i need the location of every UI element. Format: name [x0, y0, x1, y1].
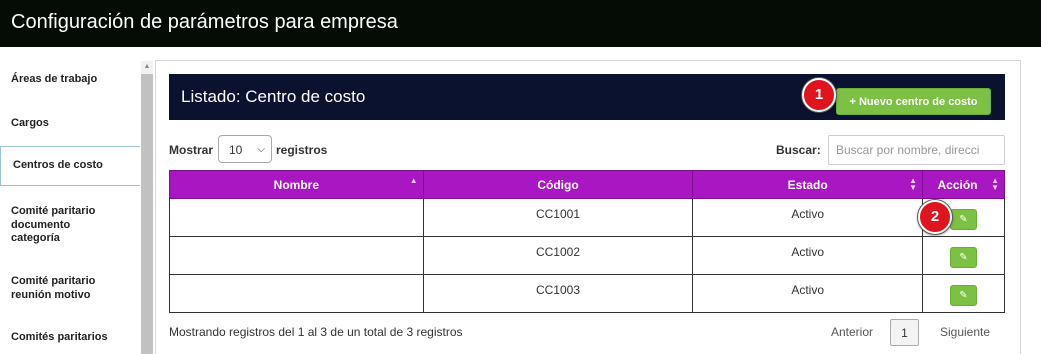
page-size-select[interactable]: 10 ⌵ — [218, 135, 272, 163]
panel-header: Listado: Centro de costo + Nuevo centro … — [169, 74, 1005, 120]
records-label: registros — [276, 143, 328, 157]
cell-accion: ✎ — [922, 236, 1005, 275]
table-row: CC1002 Activo ✎ — [169, 236, 1005, 275]
sort-icon: ▲ ▼ — [909, 176, 918, 192]
pencil-icon: ✎ — [959, 214, 968, 225]
table-row: CC1001 Activo ✎ — [169, 198, 1005, 237]
cell-nombre — [169, 198, 424, 237]
pencil-icon: ✎ — [959, 290, 968, 301]
sidebar: Áreas de trabajo Cargos Centros de costo… — [0, 58, 140, 354]
table-row: CC1003 Activo ✎ — [169, 274, 1005, 313]
edit-button[interactable]: ✎ — [950, 209, 977, 230]
cell-codigo: CC1002 — [422, 236, 694, 275]
step-badge-2: 2 — [918, 200, 952, 234]
edit-button[interactable]: ✎ — [950, 247, 977, 268]
column-header-accion[interactable]: Acción ▲ ▼ — [922, 170, 1005, 199]
sidebar-item-comite-paritario-documento-categoria[interactable]: Comité paritario documento categoría — [0, 205, 118, 246]
pagination-previous[interactable]: Anterior — [831, 325, 873, 339]
sidebar-item-label: Cargos — [11, 117, 49, 129]
table-header-row: Nombre ▲ Código Estado ▲ ▼ Acción ▲ ▼ — [169, 170, 1005, 199]
chevron-down-icon: ⌵ — [257, 144, 265, 155]
cell-codigo: CC1001 — [422, 198, 694, 237]
sidebar-item-label: Comité paritario reunión motivo — [11, 275, 96, 301]
search-input[interactable]: Buscar por nombre, direcci — [828, 135, 1005, 165]
show-label: Mostrar — [169, 143, 214, 157]
sidebar-item-label: Comité paritario documento categoría — [11, 205, 96, 244]
new-cost-center-label: Nuevo centro de costo — [858, 96, 978, 108]
table-controls: Mostrar 10 ⌵ registros Buscar: Buscar po… — [169, 135, 1005, 165]
sidebar-scrollbar[interactable]: ▲ — [141, 61, 153, 354]
new-cost-center-button[interactable]: + Nuevo centro de costo — [836, 88, 991, 115]
sidebar-item-comites-paritarios[interactable]: Comités paritarios — [0, 331, 138, 345]
sidebar-item-cargos[interactable]: Cargos — [0, 117, 138, 131]
sort-asc-icon: ▲ — [409, 176, 418, 185]
sort-icon: ▲ ▼ — [991, 176, 999, 192]
cell-estado: Activo — [692, 198, 924, 237]
edit-button[interactable]: ✎ — [950, 285, 977, 306]
panel-title: Listado: Centro de costo — [181, 87, 366, 106]
scroll-up-arrow-icon[interactable]: ▲ — [141, 61, 153, 73]
cell-estado: Activo — [692, 274, 924, 313]
sidebar-item-comite-paritario-reunion-motivo[interactable]: Comité paritario reunión motivo — [0, 275, 118, 302]
app-title-bar: Configuración de parámetros para empresa — [0, 0, 1041, 47]
column-header-codigo[interactable]: Código — [422, 170, 694, 199]
plus-icon: + — [849, 96, 856, 108]
column-header-estado[interactable]: Estado ▲ ▼ — [692, 170, 924, 199]
sidebar-item-label: Centros de costo — [13, 159, 103, 172]
scrollbar-thumb[interactable] — [141, 74, 153, 354]
cell-nombre — [169, 274, 424, 313]
page-title: Configuración de parámetros para empresa — [11, 11, 398, 33]
cost-center-table: Nombre ▲ Código Estado ▲ ▼ Acción ▲ ▼ CC1001 … — [169, 170, 1005, 313]
cell-estado: Activo — [692, 236, 924, 275]
step-badge-1: 1 — [802, 78, 836, 112]
column-header-nombre[interactable]: Nombre ▲ — [169, 170, 424, 199]
search-label: Buscar: — [776, 143, 821, 157]
pencil-icon: ✎ — [959, 252, 968, 263]
page-size-value: 10 — [229, 143, 243, 157]
pagination-page-1[interactable]: 1 — [890, 319, 919, 346]
cell-nombre — [169, 236, 424, 275]
sidebar-item-label: Comités paritarios — [11, 331, 108, 343]
sidebar-item-label: Áreas de trabajo — [11, 73, 98, 85]
sidebar-item-areas-de-trabajo[interactable]: Áreas de trabajo — [0, 73, 138, 87]
table-info: Mostrando registros del 1 al 3 de un tot… — [169, 325, 463, 339]
cell-accion: ✎ — [922, 274, 1005, 313]
sidebar-item-centros-de-costo[interactable]: Centros de costo — [0, 146, 140, 186]
pagination-next[interactable]: Siguiente — [940, 325, 990, 339]
cell-codigo: CC1003 — [422, 274, 694, 313]
